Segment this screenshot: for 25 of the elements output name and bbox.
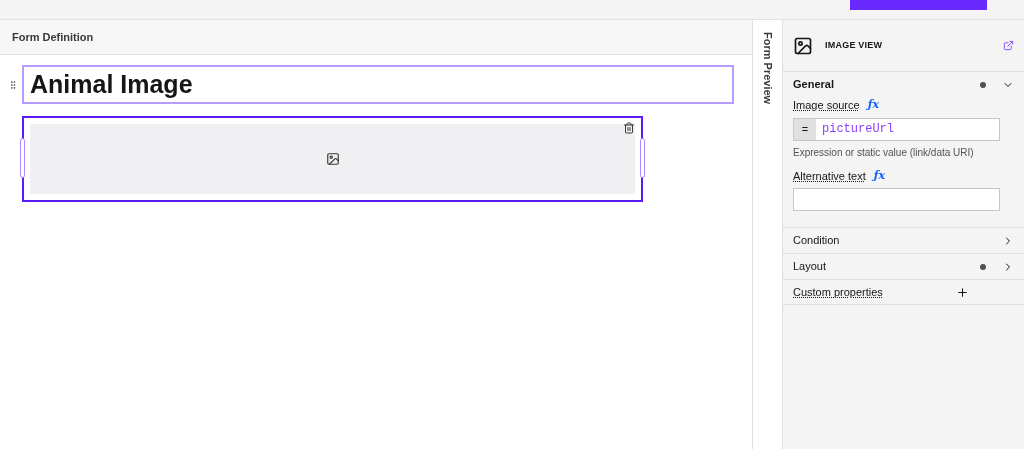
field-label: Alternative text — [793, 168, 866, 184]
field-label: Image source — [793, 98, 860, 113]
section-label: Custom properties — [793, 284, 883, 300]
side-tab[interactable]: Form Preview — [759, 32, 776, 449]
expression-prefix: = — [794, 118, 816, 140]
accordion-header[interactable]: Condition — [783, 228, 1024, 253]
delete-icon[interactable] — [623, 122, 635, 134]
image-icon — [793, 35, 813, 56]
accordion-header[interactable]: Layout — [783, 254, 1024, 279]
heading-block[interactable]: Animal Image — [22, 65, 734, 104]
accordion-header[interactable]: General — [783, 72, 1024, 97]
drag-handle-icon[interactable] — [8, 79, 18, 90]
image-block[interactable] — [22, 116, 643, 202]
resize-handle[interactable] — [20, 138, 25, 178]
resize-handle[interactable] — [640, 138, 645, 178]
image-icon — [325, 152, 340, 166]
field-hint: Expression or static value (link/data URI) — [793, 145, 975, 160]
input-field[interactable]: = pictureUrl — [793, 117, 1000, 141]
input-field[interactable] — [793, 188, 1000, 211]
fx-icon[interactable]: ƒx — [867, 97, 879, 114]
panel-title: IMAGE VIEW — [825, 38, 884, 52]
fx-icon[interactable]: ƒx — [873, 167, 886, 184]
panel-header: Form Definition — [0, 20, 752, 55]
add-icon[interactable] — [955, 285, 969, 299]
open-external-icon[interactable] — [1003, 40, 1014, 51]
